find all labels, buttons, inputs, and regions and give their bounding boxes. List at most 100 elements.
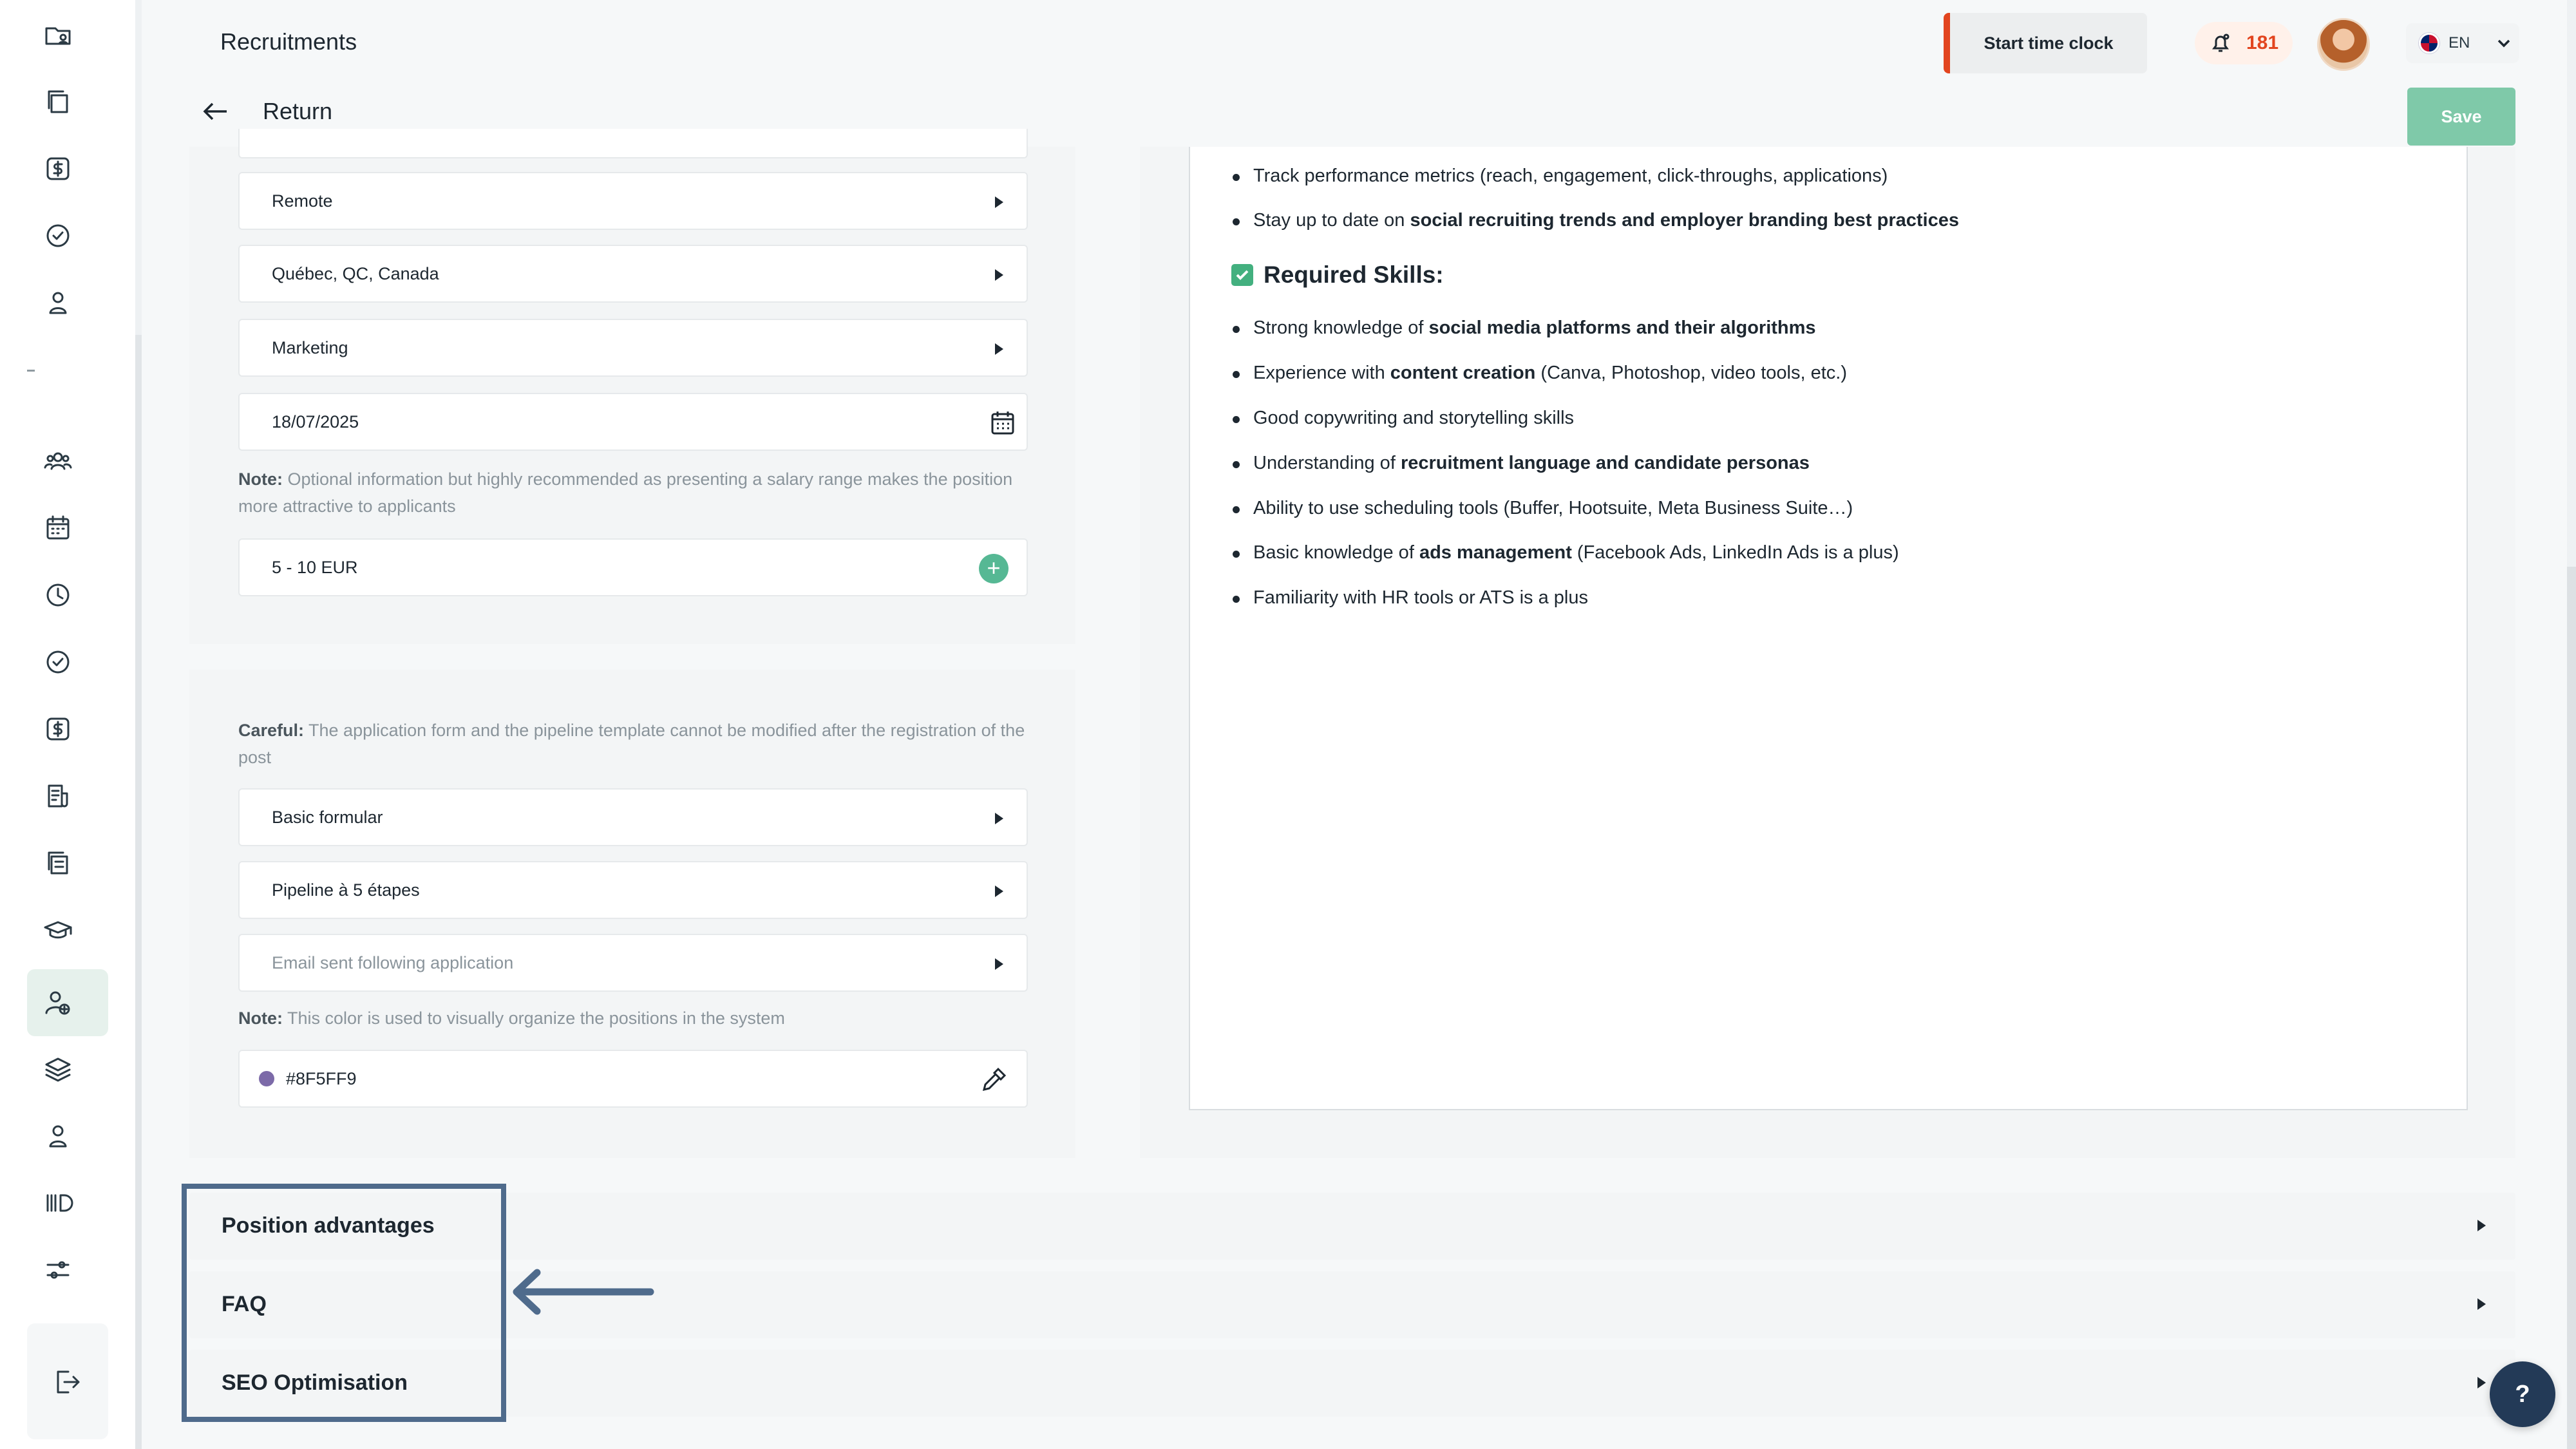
language-code: EN [2448,34,2470,52]
caret-right-icon [2477,1298,2486,1310]
add-salary-icon[interactable]: + [979,554,1009,583]
list-item: Track performance metrics (reach, engage… [1232,166,1888,187]
list-item-text: Basic knowledge of [1253,542,1419,563]
list-item-text: Ability to use scheduling tools (Buffer,… [1253,498,1853,518]
profile-icon[interactable] [39,1117,77,1155]
salary-field[interactable]: 5 - 10 EUR + [238,538,1028,596]
recruitment-user-plus-icon[interactable] [39,983,77,1022]
location-select[interactable]: Québec, QC, Canada [238,245,1028,303]
location-value: Québec, QC, Canada [272,263,439,283]
color-swatch [259,1071,274,1086]
date-field[interactable]: 18/07/2025 [238,393,1028,451]
description-editor[interactable]: Track performance metrics (reach, engage… [1189,147,2468,1110]
salary-note-label: Note: [238,469,283,489]
notifications-button[interactable]: 181 [2195,22,2293,64]
page-scrollbar-thumb[interactable] [2567,567,2576,1449]
checkbox-checked-icon [1231,264,1253,286]
billing-dollar-icon[interactable] [39,710,77,748]
list-item-bold: recruitment language and candidate perso… [1400,453,1810,473]
layers-icon[interactable] [39,1050,77,1088]
check-circle-icon[interactable] [39,216,77,255]
arrow-left-icon [203,102,227,120]
list-item-text: Familiarity with HR tools or ATS is a pl… [1253,587,1588,608]
careful-note: Careful: The application form and the pi… [238,717,1037,771]
color-field[interactable]: #8F5FF9 [238,1050,1028,1108]
careful-note-text: The application form and the pipeline te… [238,721,1025,767]
sidebar-scrollbar[interactable] [135,0,142,1449]
salary-note-text: Optional information but highly recommen… [238,469,1013,516]
list-item-text: Experience with [1253,363,1390,383]
logout-icon[interactable] [48,1363,86,1401]
list-item-bold: social recruiting trends and employer br… [1410,210,1959,231]
list-item-rest: (Facebook Ads, LinkedIn Ads is a plus) [1571,542,1899,563]
list-item-bold: ads management [1419,542,1572,563]
user-icon[interactable] [39,283,77,322]
work-mode-select[interactable]: Remote [238,172,1028,230]
users-group-icon[interactable] [39,442,77,480]
caret-right-icon [995,886,1003,897]
copy-icon[interactable] [39,82,77,121]
list-item: Familiarity with HR tools or ATS is a pl… [1233,587,1588,609]
caret-right-icon [995,813,1003,824]
eyedropper-icon[interactable] [979,1065,1009,1095]
return-link[interactable]: Return [201,97,332,126]
list-item: Experience with content creation (Canva,… [1233,363,1847,384]
save-button[interactable]: Save [2407,88,2515,146]
color-note: Note: This color is used to visually org… [238,1005,1037,1032]
caret-right-icon [2477,1377,2486,1388]
calendar-icon[interactable] [988,408,1018,438]
salary-note: Note: Optional information but highly re… [238,466,1037,520]
caret-right-icon [995,196,1003,208]
uk-flag-icon [2419,33,2439,53]
application-form-value: Basic formular [272,807,383,827]
graduation-cap-icon[interactable] [39,911,77,949]
careful-note-label: Careful: [238,721,305,740]
list-item-bold: social media platforms and their algorit… [1428,317,1816,338]
list-item-text: Good copywriting and storytelling skills [1253,408,1575,428]
pipeline-value: Pipeline à 5 étapes [272,880,420,900]
barcode-icon[interactable] [39,1184,77,1222]
folder-user-icon[interactable] [39,15,77,54]
document-list-icon[interactable] [39,777,77,815]
clock-icon[interactable] [39,576,77,614]
help-button[interactable]: ? [2490,1361,2555,1427]
list-item-text: Stay up to date on [1253,210,1410,231]
sidebar-divider [27,370,35,372]
list-item-text: Strong knowledge of [1253,317,1429,338]
department-select[interactable]: Marketing [238,319,1028,377]
required-skills-label: Required Skills: [1264,261,1444,288]
color-value: #8F5FF9 [286,1068,357,1088]
avatar[interactable] [2317,18,2370,71]
list-item-rest: (Canva, Photoshop, video tools, etc.) [1535,363,1847,383]
list-item-text: Track performance metrics (reach, engage… [1253,166,1888,186]
accordion-seo-optimisation[interactable]: SEO Optimisation [189,1350,2515,1417]
list-item: Basic knowledge of ads management (Faceb… [1233,542,1899,564]
annotation-arrow-icon [509,1266,657,1318]
application-form-select[interactable]: Basic formular [238,788,1028,846]
color-note-text: This color is used to visually organize … [287,1009,785,1028]
return-label: Return [263,98,333,124]
sidebar [0,0,142,1449]
partial-field[interactable] [238,129,1028,158]
calendar-icon[interactable] [39,509,77,547]
email-template-placeholder: Email sent following application [272,952,514,972]
chevron-down-icon [2498,39,2510,48]
dollar-icon[interactable] [39,149,77,188]
pipeline-select[interactable]: Pipeline à 5 étapes [238,861,1028,919]
sidebar-scrollbar-thumb[interactable] [135,335,142,1449]
task-check-icon[interactable] [39,643,77,681]
caret-right-icon [2477,1220,2486,1231]
sliders-icon[interactable] [39,1251,77,1289]
start-time-clock-button[interactable]: Start time clock [1944,13,2147,73]
page-scrollbar[interactable] [2567,0,2576,1449]
work-mode-value: Remote [272,191,333,211]
email-template-select[interactable]: Email sent following application [238,934,1028,992]
accordion-position-advantages[interactable]: Position advantages [189,1193,2515,1260]
language-selector[interactable]: EN [2406,23,2519,63]
list-item-text: Understanding of [1253,453,1401,473]
salary-value: 5 - 10 EUR [272,557,358,577]
color-note-label: Note: [238,1009,283,1028]
duplicate-icon[interactable] [39,844,77,882]
caret-right-icon [995,269,1003,281]
notification-count: 181 [2246,32,2279,53]
